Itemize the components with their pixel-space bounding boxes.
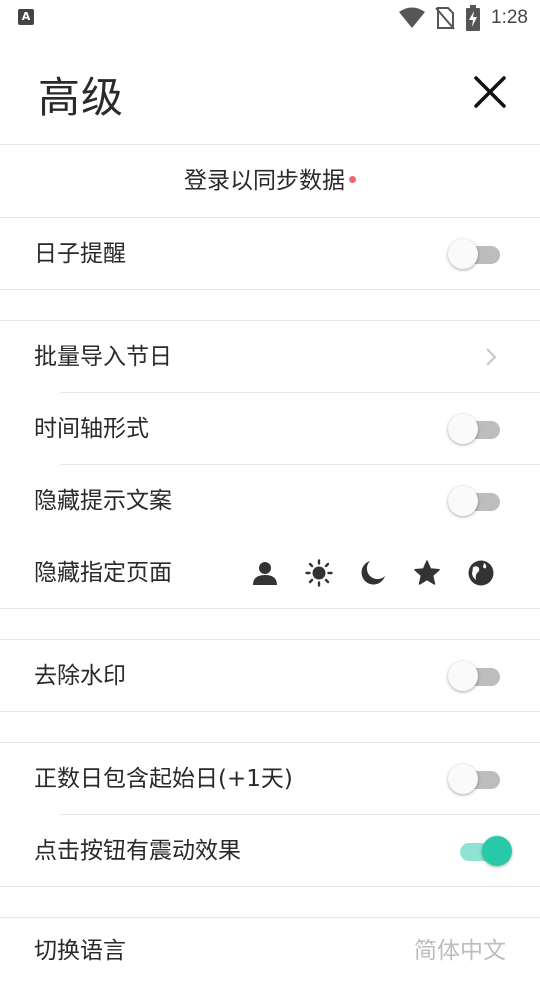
notification-dot — [349, 176, 356, 183]
page-title: 高级 — [38, 73, 125, 122]
moon-icon[interactable] — [358, 558, 388, 588]
batch-import-label: 批量导入节日 — [34, 344, 172, 370]
login-label: 登录以同步数据 — [184, 168, 345, 194]
timeline-label: 时间轴形式 — [34, 416, 149, 442]
status-time: 1:28 — [491, 7, 528, 28]
row-language[interactable]: 切换语言 简体中文 — [0, 915, 540, 987]
battery-charging-icon — [466, 5, 481, 31]
hide-tips-toggle[interactable] — [448, 486, 504, 516]
row-vibration: 点击按钮有震动效果 — [0, 815, 540, 887]
login-sync-button[interactable]: 登录以同步数据 — [0, 145, 540, 217]
vibration-label: 点击按钮有震动效果 — [34, 838, 241, 864]
language-value: 简体中文 — [414, 938, 506, 964]
include-start-day-toggle[interactable] — [448, 764, 504, 794]
app-notification-icon: A — [18, 9, 34, 25]
row-batch-import[interactable]: 批量导入节日 — [0, 321, 540, 393]
row-timeline: 时间轴形式 — [0, 393, 540, 465]
header: 高级 — [0, 36, 540, 145]
star-icon[interactable] — [412, 558, 442, 588]
page-icons — [250, 537, 496, 609]
row-day-reminder: 日子提醒 — [0, 218, 540, 290]
chevron-right-icon — [486, 348, 497, 366]
timeline-toggle[interactable] — [448, 414, 504, 444]
wifi-icon — [399, 7, 426, 28]
row-remove-watermark: 去除水印 — [0, 640, 540, 712]
sun-icon[interactable] — [304, 558, 334, 588]
person-icon[interactable] — [250, 558, 280, 588]
row-hide-pages: 隐藏指定页面 — [0, 537, 540, 609]
globe-icon[interactable] — [466, 558, 496, 588]
row-hide-tips: 隐藏提示文案 — [0, 465, 540, 537]
row-include-start-day: 正数日包含起始日(+1天) — [0, 743, 540, 815]
language-label: 切换语言 — [34, 938, 126, 964]
day-reminder-label: 日子提醒 — [34, 241, 126, 267]
status-icons: 1:28 — [399, 4, 528, 32]
remove-watermark-toggle[interactable] — [448, 661, 504, 691]
divider — [0, 608, 540, 609]
no-sim-icon — [435, 7, 455, 30]
day-reminder-toggle[interactable] — [448, 239, 504, 269]
hide-pages-label: 隐藏指定页面 — [34, 560, 172, 586]
divider — [0, 289, 540, 290]
hide-tips-label: 隐藏提示文案 — [34, 488, 172, 514]
divider — [0, 886, 540, 887]
divider — [0, 711, 540, 712]
close-icon[interactable] — [470, 72, 510, 112]
include-start-day-label: 正数日包含起始日(+1天) — [34, 766, 293, 792]
status-bar: A 1:28 — [0, 0, 540, 36]
remove-watermark-label: 去除水印 — [34, 663, 126, 689]
vibration-toggle[interactable] — [456, 836, 512, 866]
